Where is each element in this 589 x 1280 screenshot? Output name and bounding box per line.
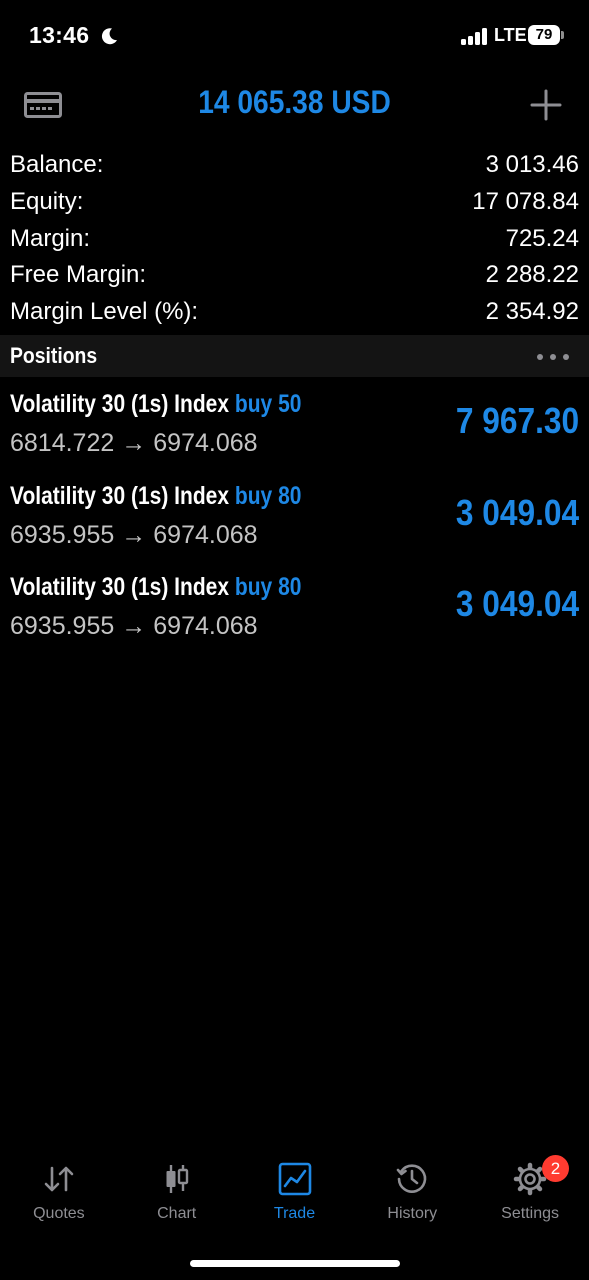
home-indicator[interactable] <box>190 1260 400 1267</box>
tab-label: Settings <box>501 1205 559 1222</box>
settings-badge: 2 <box>542 1155 569 1182</box>
open-price: 6814.722 <box>10 429 115 457</box>
summary-label: Equity: <box>10 187 84 215</box>
position-side: buy <box>234 481 273 510</box>
position-volume: 80 <box>278 573 302 601</box>
current-price: 6974.068 <box>153 612 258 640</box>
summary-row-free-margin: Free Margin: 2 288.22 <box>0 256 589 293</box>
network-type: LTE <box>494 25 527 45</box>
position-row[interactable]: Volatility 30 (1s) Index buy 80 6935.955 → 6… <box>0 469 589 561</box>
trade-icon <box>278 1162 311 1196</box>
position-row[interactable]: Volatility 30 (1s) Index buy 50 6814.722 → 6… <box>0 377 589 469</box>
position-side: buy <box>234 573 273 601</box>
arrow-right-icon: → <box>121 429 147 457</box>
summary-label: Balance: <box>10 151 104 178</box>
summary-label: Margin Level (%): <box>10 298 199 326</box>
tab-quotes[interactable]: Quotes <box>0 1148 118 1238</box>
tab-settings[interactable]: Settings <box>471 1148 589 1238</box>
position-title: Volatility 30 (1s) Index buy 50 <box>10 390 301 419</box>
tab-trade[interactable]: Trade <box>236 1148 354 1238</box>
status-time: 13:46 <box>29 22 90 48</box>
tab-label: Chart <box>157 1205 197 1222</box>
position-symbol: Volatility 30 (1s) Index <box>10 481 230 510</box>
position-row[interactable]: Volatility 30 (1s) Index buy 80 6935.955 → 6… <box>0 560 589 652</box>
position-profit: 7 967.30 <box>455 400 579 441</box>
signal-icon <box>461 27 489 45</box>
current-price: 6974.068 <box>153 520 258 549</box>
tab-label: History <box>387 1205 438 1222</box>
summary-value: 3 013.46 <box>485 151 579 178</box>
account-summary: Balance: 3 013.46 Equity: 17 078.84 Marg… <box>0 146 589 330</box>
tab-bar: Quotes Chart Trade History Settings <box>0 1148 589 1238</box>
summary-value: 725.24 <box>505 224 579 252</box>
moon-icon <box>101 28 117 45</box>
positions-list: Volatility 30 (1s) Index buy 50 6814.722 → 6… <box>0 377 589 652</box>
account-equity-title: 14 065.38 USD <box>198 84 391 120</box>
position-prices: 6814.722 → 6974.068 <box>10 429 258 458</box>
header: 14 065.38 USD <box>0 70 589 140</box>
summary-value: 17 078.84 <box>472 187 579 215</box>
tab-label: Quotes <box>33 1205 85 1222</box>
battery-cap <box>561 31 564 39</box>
plus-icon[interactable] <box>530 89 562 121</box>
summary-label: Margin: <box>10 224 91 252</box>
arrow-right-icon: → <box>121 612 147 640</box>
battery-icon: 79 <box>528 25 560 45</box>
history-icon <box>397 1164 427 1193</box>
open-price: 6935.955 <box>10 612 115 640</box>
tab-chart[interactable]: Chart <box>118 1148 236 1238</box>
position-title: Volatility 30 (1s) Index buy 80 <box>10 573 301 602</box>
summary-value: 2 354.92 <box>485 298 579 326</box>
summary-row-margin: Margin: 725.24 <box>0 220 589 257</box>
current-price: 6974.068 <box>153 429 258 457</box>
position-symbol: Volatility 30 (1s) Index <box>10 390 230 418</box>
tab-history[interactable]: History <box>353 1148 471 1238</box>
position-volume: 50 <box>278 390 302 418</box>
chart-icon <box>166 1165 188 1193</box>
more-icon[interactable] <box>536 353 570 361</box>
position-title: Volatility 30 (1s) Index buy 80 <box>10 482 301 511</box>
positions-section-header: Positions <box>0 335 589 377</box>
summary-row-equity: Equity: 17 078.84 <box>0 183 589 220</box>
summary-value: 2 288.22 <box>485 261 579 289</box>
summary-row-balance: Balance: 3 013.46 <box>0 146 589 183</box>
summary-label: Free Margin: <box>10 261 147 289</box>
position-prices: 6935.955 → 6974.068 <box>10 612 258 641</box>
position-profit: 3 049.04 <box>455 491 579 533</box>
position-prices: 6935.955 → 6974.068 <box>10 521 258 550</box>
quotes-icon <box>44 1166 74 1192</box>
tab-label: Trade <box>273 1205 316 1222</box>
position-profit: 3 049.04 <box>455 583 579 624</box>
position-volume: 80 <box>278 481 302 510</box>
summary-row-margin-level: Margin Level (%): 2 354.92 <box>0 293 589 330</box>
position-symbol: Volatility 30 (1s) Index <box>10 573 230 601</box>
arrow-right-icon: → <box>121 520 147 549</box>
section-title: Positions <box>10 343 98 368</box>
open-price: 6935.955 <box>10 520 115 549</box>
position-side: buy <box>234 390 273 418</box>
status-bar: 13:46 LTE 79 <box>0 0 589 70</box>
